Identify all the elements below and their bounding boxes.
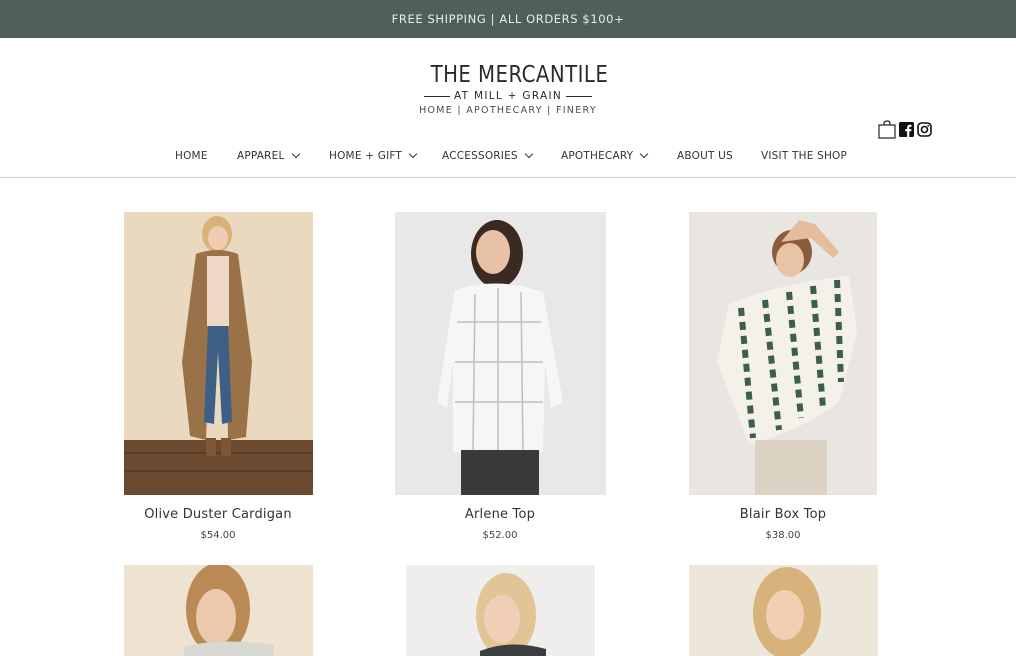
announcement-text: FREE SHIPPING | ALL ORDERS $100+ (391, 12, 625, 26)
nav-label: ABOUT US (677, 150, 733, 162)
chevron-down-icon (524, 149, 534, 159)
product-name[interactable]: Blair Box Top (663, 507, 903, 522)
logo-rule-left (423, 95, 450, 97)
nav-apothecary[interactable]: APOTHECARY (561, 146, 649, 166)
nav-label: ACCESSORIES (442, 150, 518, 162)
logo-tagline: HOME | APOTHECARY | FINERY (419, 105, 597, 116)
nav-label: HOME (175, 150, 208, 162)
chevron-down-icon (291, 149, 300, 159)
product-image[interactable] (124, 565, 313, 656)
chevron-down-icon (408, 149, 418, 159)
header-divider (0, 177, 1016, 178)
product-price: $38.00 (765, 530, 801, 541)
header-icons (878, 119, 932, 139)
nav-label: APPAREL (237, 150, 285, 162)
product-image[interactable] (689, 565, 878, 656)
nav-apparel[interactable]: APPAREL (237, 146, 300, 166)
product-name[interactable]: Arlene Top (380, 507, 620, 522)
nav-home[interactable]: HOME (175, 146, 208, 166)
logo-subtitle: AT MILL + GRAIN (453, 90, 563, 102)
nav-label: APOTHECARY (561, 150, 634, 162)
nav-accessories[interactable]: ACCESSORIES (442, 146, 534, 166)
product-price: $52.00 (482, 530, 518, 541)
product-image-blair-box-top[interactable] (689, 212, 877, 495)
nav-label: VISIT THE SHOP (761, 150, 848, 162)
site-logo[interactable]: THE MERCANTILE AT MILL + GRAIN HOME | AP… (418, 62, 609, 116)
product-price: $54.00 (200, 530, 236, 541)
logo-sub-row: AT MILL + GRAIN (418, 88, 598, 104)
facebook-icon[interactable] (899, 121, 914, 137)
instagram-icon[interactable] (917, 121, 932, 137)
nav-about-us[interactable]: ABOUT US (677, 146, 733, 166)
product-name[interactable]: Olive Duster Cardigan (98, 507, 338, 522)
product-image-olive-duster-cardigan[interactable] (124, 212, 313, 495)
logo-name: THE MERCANTILE (430, 62, 609, 88)
shopping-bag-icon[interactable] (878, 119, 896, 139)
product-image[interactable] (406, 565, 595, 656)
nav-visit-the-shop[interactable]: VISIT THE SHOP (761, 146, 847, 166)
logo-rule-right (566, 95, 593, 97)
nav-label: HOME + GIFT (329, 150, 403, 162)
product-image-arlene-top[interactable] (395, 212, 606, 495)
nav-home-gift[interactable]: HOME + GIFT (329, 146, 418, 166)
chevron-down-icon (640, 149, 649, 159)
main-nav: HOME APPAREL HOME + GIFT ACCESSORIES APO… (0, 146, 1016, 166)
announcement-bar: FREE SHIPPING | ALL ORDERS $100+ (0, 0, 1016, 38)
